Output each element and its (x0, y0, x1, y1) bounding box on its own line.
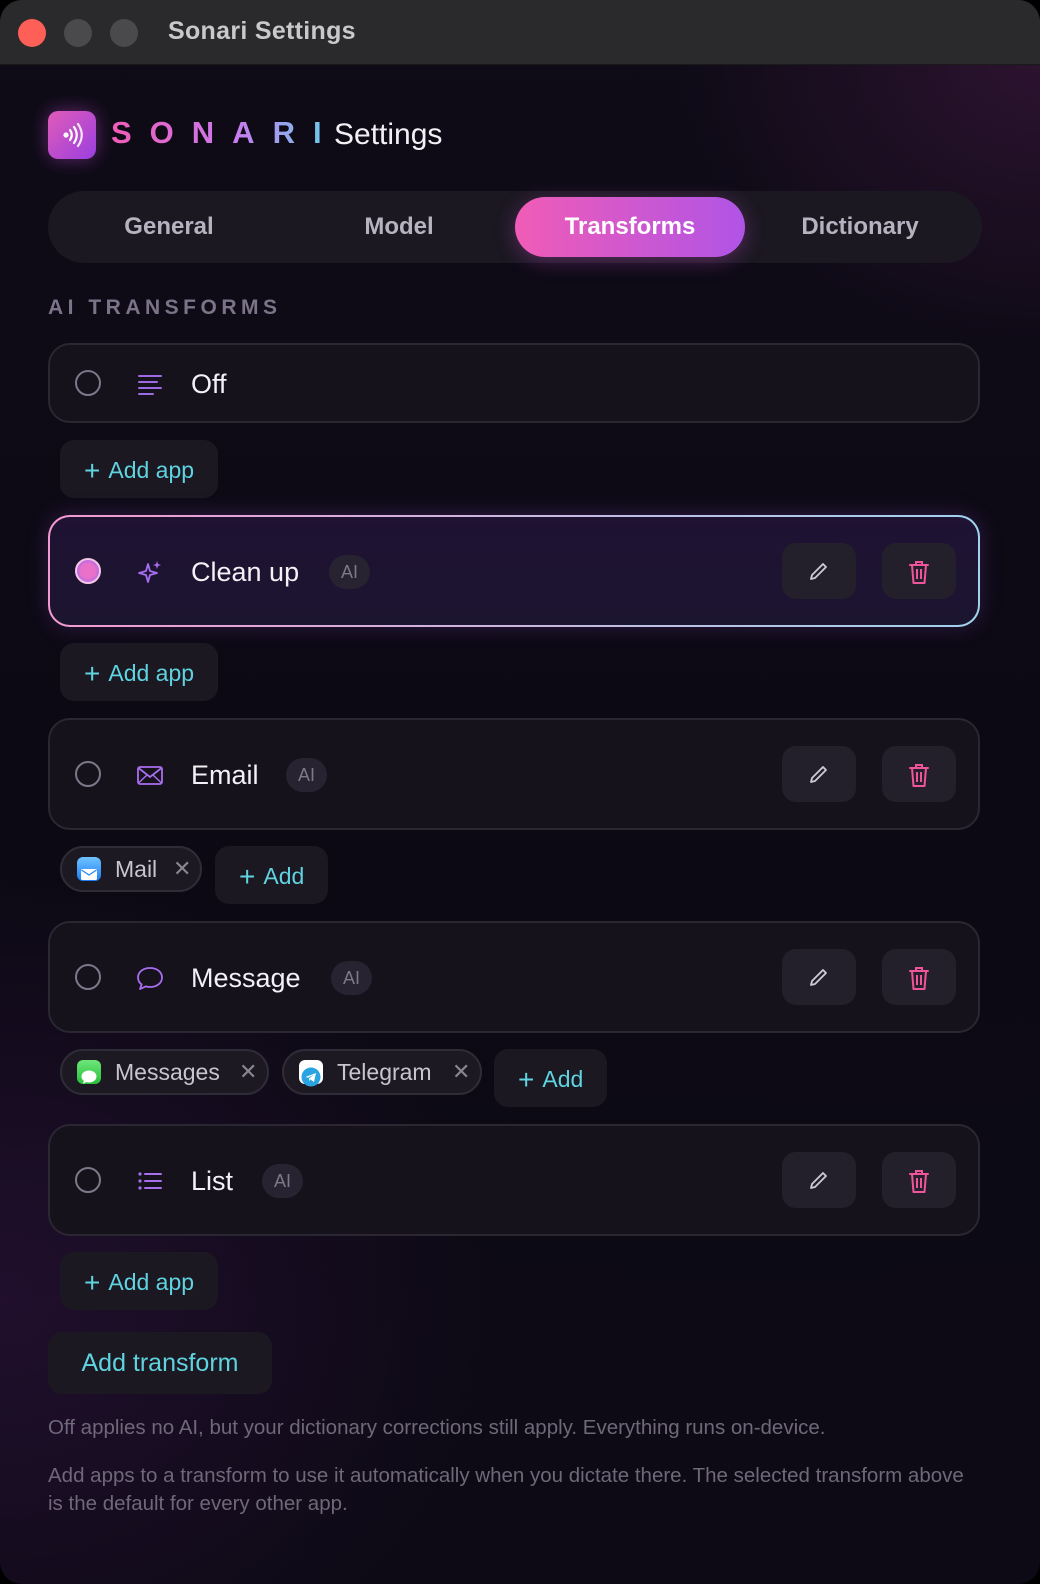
remove-app-icon[interactable]: ✕ (173, 848, 191, 890)
trash-icon (909, 967, 929, 990)
transform-title: Message (191, 963, 301, 993)
transform-title: Email (191, 760, 259, 790)
pencil-icon (810, 563, 827, 580)
add-app-button-message[interactable]: + Add (494, 1049, 608, 1107)
transform-title: Clean up (191, 557, 300, 587)
chat-bubble-icon (137, 967, 163, 990)
delete-button[interactable] (882, 1152, 956, 1208)
transform-card-clean-up[interactable]: Clean up AI (48, 515, 980, 627)
help-text-apps: Add apps to a transform to use it automa… (48, 1464, 964, 1515)
transform-radio-message[interactable] (75, 964, 101, 990)
help-text-off: Off applies no AI, but your dictionary c… (48, 1416, 826, 1439)
ai-badge: AI (331, 961, 373, 995)
delete-button[interactable] (882, 949, 956, 1005)
plus-icon: + (239, 861, 256, 892)
ai-badge: AI (329, 555, 371, 589)
minimize-window-button[interactable] (64, 19, 92, 47)
plus-icon: + (84, 1267, 101, 1298)
edit-button[interactable] (782, 949, 856, 1005)
delete-button[interactable] (882, 746, 956, 802)
add-app-button-off[interactable]: + Add app (60, 440, 219, 498)
transform-card-email[interactable]: Email AI (48, 718, 980, 830)
remove-app-icon[interactable]: ✕ (239, 1051, 257, 1093)
transform-radio-list[interactable] (75, 1167, 101, 1193)
add-app-button-clean-up[interactable]: + Add app (60, 643, 219, 701)
transform-card-off[interactable]: Off (48, 343, 980, 423)
tab-transforms[interactable]: Transforms (515, 197, 745, 257)
edit-button[interactable] (782, 746, 856, 802)
zoom-window-button[interactable] (110, 19, 138, 47)
window-title: Sonari Settings (168, 17, 356, 45)
app-chip-messages: Messages ✕ (60, 1049, 269, 1095)
ai-badge: AI (286, 758, 328, 792)
transform-radio-email[interactable] (75, 761, 101, 787)
transform-card-message[interactable]: Message AI (48, 921, 980, 1033)
tab-general[interactable]: General (54, 197, 284, 257)
tab-dictionary[interactable]: Dictionary (745, 197, 975, 257)
ai-badge: AI (262, 1164, 304, 1198)
add-app-button-email[interactable]: + Add (215, 846, 329, 904)
section-heading: AI TRANSFORMS (48, 296, 282, 319)
plus-icon: + (84, 455, 101, 486)
transform-radio-clean-up[interactable] (75, 558, 101, 584)
edit-button[interactable] (782, 543, 856, 599)
delete-button[interactable] (882, 543, 956, 599)
sparkles-icon (138, 561, 161, 583)
telegram-app-icon (299, 1060, 323, 1087)
transform-title: Off (191, 369, 227, 399)
plus-icon: + (518, 1064, 535, 1095)
mail-app-icon (77, 857, 101, 881)
tab-model[interactable]: Model (284, 197, 514, 257)
transform-title: List (191, 1166, 234, 1196)
trash-icon (909, 764, 929, 787)
plus-icon: + (84, 658, 101, 689)
close-window-button[interactable] (18, 19, 46, 47)
waveform-icon (63, 122, 83, 148)
edit-button[interactable] (782, 1152, 856, 1208)
lines-icon (138, 375, 162, 395)
pencil-icon (810, 1172, 827, 1189)
app-logo (48, 111, 96, 159)
transform-radio-off[interactable] (75, 370, 101, 396)
app-chip-mail: Mail ✕ (60, 846, 202, 892)
pencil-icon (810, 969, 827, 986)
trash-icon (909, 1170, 929, 1193)
remove-app-icon[interactable]: ✕ (452, 1051, 470, 1093)
page-title: Settings (334, 118, 443, 151)
list-icon (138, 1172, 162, 1190)
add-app-button-list[interactable]: + Add app (60, 1252, 219, 1310)
brand-wordmark: SONARI (111, 115, 340, 150)
title-bar: Sonari Settings (0, 0, 1040, 65)
settings-window: Sonari Settings SONARI Settings General … (0, 0, 1040, 1584)
trash-icon (909, 561, 929, 584)
add-transform-button[interactable]: Add transform (48, 1332, 272, 1394)
tab-bar: General Model Transforms Dictionary (48, 191, 982, 263)
transform-card-list[interactable]: List AI (48, 1124, 980, 1236)
envelope-icon (137, 766, 163, 785)
pencil-icon (810, 766, 827, 783)
app-chip-telegram: Telegram ✕ (282, 1049, 482, 1095)
messages-app-icon (77, 1060, 101, 1084)
